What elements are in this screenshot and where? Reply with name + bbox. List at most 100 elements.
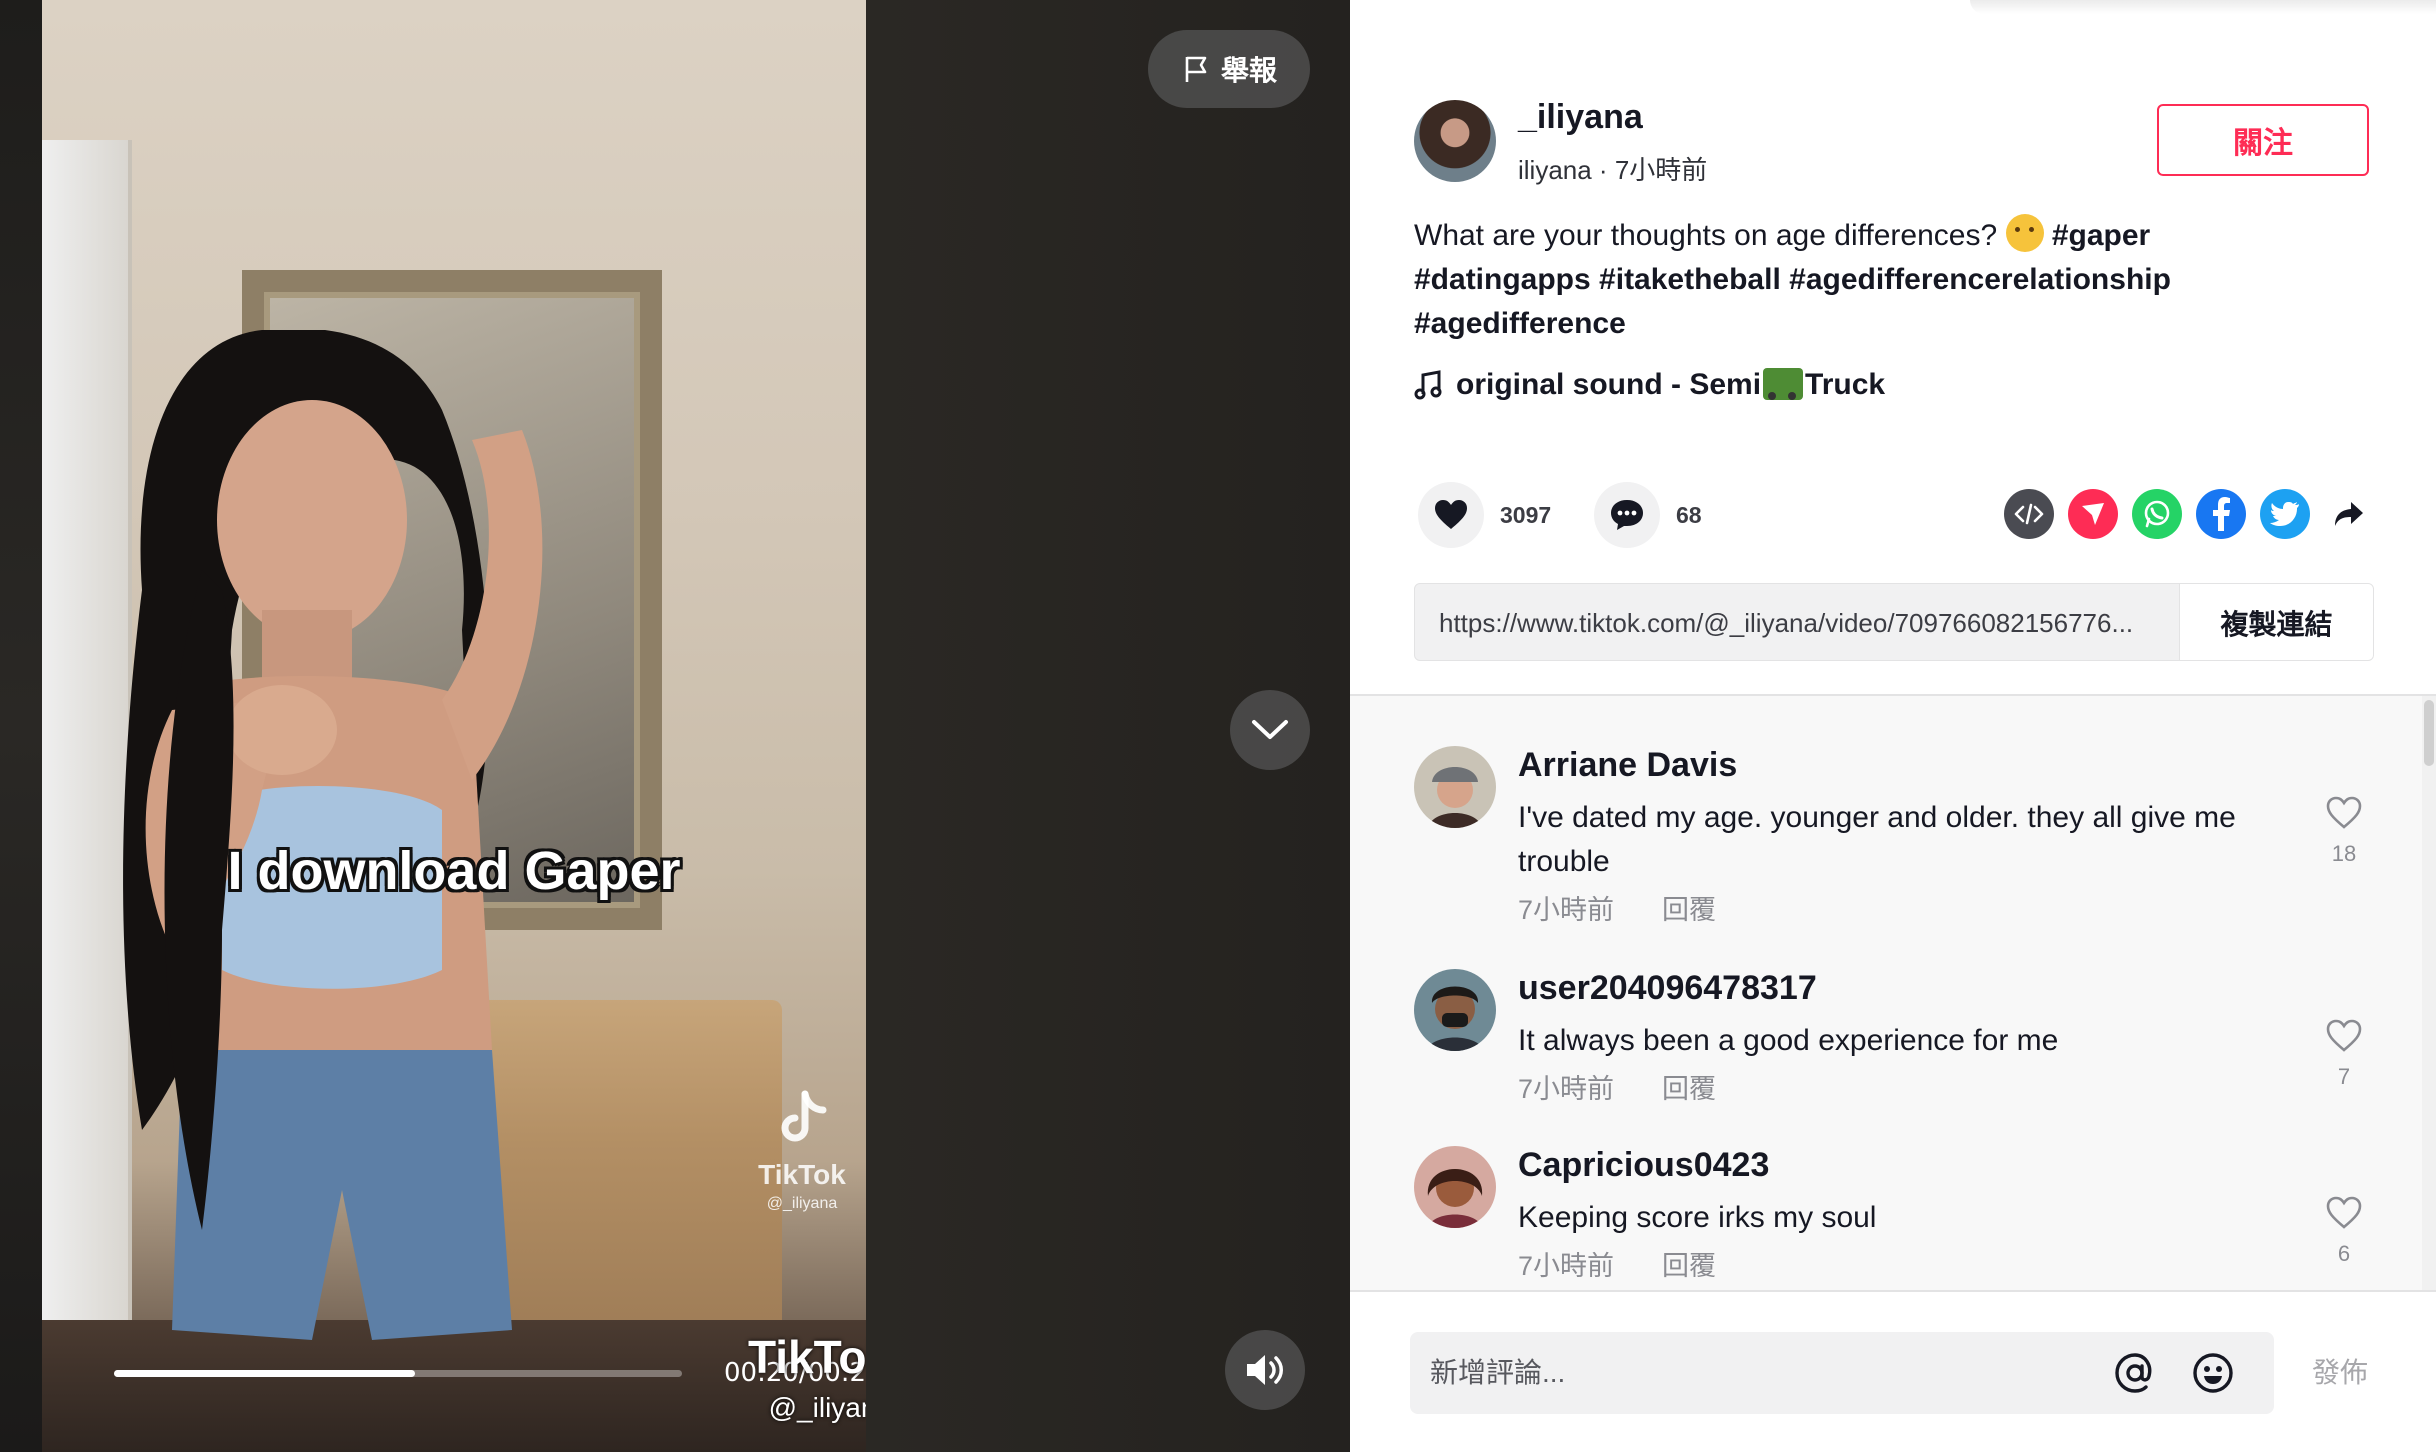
copy-link-button[interactable]: 複製連結 xyxy=(2179,584,2373,660)
reply-button[interactable]: 回覆 xyxy=(1662,1244,1716,1283)
mention-icon[interactable] xyxy=(2112,1350,2158,1396)
send-to-friends-button[interactable] xyxy=(2068,489,2118,539)
embed-icon xyxy=(2014,503,2044,525)
comment-text: Keeping score irks my soul xyxy=(1518,1201,1877,1234)
like-count: 3097 xyxy=(1500,501,1552,528)
follow-button[interactable]: 關注 xyxy=(2157,104,2369,176)
like-button[interactable] xyxy=(1418,482,1484,548)
video-info-panel: _iliyana iliyana · 7小時前 關注 What are your… xyxy=(1350,0,2436,1452)
comment-time: 7小時前 xyxy=(1518,1251,1615,1281)
comment-action[interactable]: 68 xyxy=(1594,482,1702,548)
tiktok-logo-icon xyxy=(781,1090,827,1142)
avatar-image xyxy=(1414,969,1496,1051)
commenter-username[interactable]: Arriane Davis xyxy=(1518,746,1737,785)
avatar-image xyxy=(1414,746,1496,828)
comment-like-count: 18 xyxy=(2331,841,2357,866)
hashtag[interactable]: #datingapps xyxy=(1414,263,1591,296)
comment-meta: 7小時前 回覆 xyxy=(1518,1244,1716,1283)
commenter-avatar[interactable] xyxy=(1414,746,1496,828)
author-avatar[interactable] xyxy=(1414,100,1496,182)
author-meta: iliyana · 7小時前 xyxy=(1518,155,1708,185)
video-player[interactable]: I download Gaper TikTok @_iliyana 00:20/… xyxy=(42,0,866,1452)
video-progress-fill xyxy=(114,1370,416,1377)
tiktok-watermark: TikTok @_iliyana xyxy=(742,1090,862,1213)
comment-item: user204096478317 It always been a good e… xyxy=(1414,969,2374,1109)
heart-outline-icon xyxy=(2326,796,2362,829)
reply-button[interactable]: 回覆 xyxy=(1662,1067,1716,1106)
comment-input-box xyxy=(1410,1332,2274,1414)
reply-button[interactable]: 回覆 xyxy=(1662,888,1716,927)
video-stage: I download Gaper TikTok @_iliyana 00:20/… xyxy=(0,0,1350,1452)
comment-input[interactable] xyxy=(1430,1332,2070,1414)
stage-blur-left xyxy=(0,0,42,1452)
tiktok-watermark-bottom: TikTok @_iliyana xyxy=(692,1330,866,1424)
watermark-handle: @_iliyana xyxy=(768,1392,866,1423)
comment-like-count: 6 xyxy=(2337,1241,2351,1266)
volume-icon xyxy=(1247,1355,1283,1385)
emoji-icon[interactable] xyxy=(2190,1350,2236,1396)
heart-outline-icon xyxy=(2326,1196,2362,1229)
video-link-text[interactable]: https://www.tiktok.com/@_iliyana/video/7… xyxy=(1439,584,2179,660)
report-button[interactable]: 舉報 xyxy=(1148,30,1310,108)
comment-text: It always been a good experience for me xyxy=(1518,1024,2059,1057)
embed-button[interactable] xyxy=(2004,489,2054,539)
whatsapp-share-button[interactable] xyxy=(2132,489,2182,539)
comment-meta: 7小時前 回覆 xyxy=(1518,888,1716,927)
comment-scrollbar[interactable] xyxy=(2422,696,2436,1290)
comment-composer: 發佈 xyxy=(1350,1290,2436,1452)
comment-item: Arriane Davis I've dated my age. younger… xyxy=(1414,746,2374,936)
scrollbar-thumb[interactable] xyxy=(2424,700,2434,766)
comment-like[interactable]: 6 xyxy=(2314,1196,2374,1267)
hashtag[interactable]: #agedifference xyxy=(1414,307,1626,340)
video-progress-bar[interactable] xyxy=(114,1370,682,1377)
music-note-icon xyxy=(1414,370,1442,400)
comment-text: I've dated my age. younger and older. th… xyxy=(1518,801,2236,878)
watermark-brand: TikTok xyxy=(758,1159,846,1190)
chevron-down-icon xyxy=(1252,720,1288,739)
twitter-icon xyxy=(2270,502,2299,526)
comment-like[interactable]: 18 xyxy=(2314,796,2374,867)
next-video-button[interactable] xyxy=(1230,690,1310,770)
comment-time: 7小時前 xyxy=(1518,895,1615,925)
hashtag[interactable]: #agedifferencerelationship xyxy=(1789,263,2171,296)
facebook-share-button[interactable] xyxy=(2196,489,2246,539)
watermark-brand-bottom: TikTok xyxy=(748,1331,866,1383)
hashtag[interactable]: #gaper xyxy=(2052,219,2150,252)
video-link-box: https://www.tiktok.com/@_iliyana/video/7… xyxy=(1414,583,2374,661)
author-username[interactable]: _iliyana xyxy=(1518,98,1643,137)
comment-time: 7小時前 xyxy=(1518,1074,1615,1104)
commenter-username[interactable]: Capricious0423 xyxy=(1518,1146,1769,1185)
commenter-avatar[interactable] xyxy=(1414,969,1496,1051)
avatar-image xyxy=(1414,1146,1496,1228)
video-description: What are your thoughts on age difference… xyxy=(1414,214,2274,346)
music-link[interactable]: original sound - Semi Truck xyxy=(1414,368,1885,402)
comment-like[interactable]: 7 xyxy=(2314,1019,2374,1090)
whatsapp-icon xyxy=(2144,500,2170,528)
comment-bubble-icon xyxy=(1611,500,1643,530)
comment-list: Arriane Davis I've dated my age. younger… xyxy=(1350,694,2436,1290)
volume-button[interactable] xyxy=(1225,1330,1305,1410)
comment-meta: 7小時前 回覆 xyxy=(1518,1067,1716,1106)
share-arrow-icon xyxy=(2335,502,2363,526)
comment-count: 68 xyxy=(1676,501,1702,528)
description-text: What are your thoughts on age difference… xyxy=(1414,219,1998,252)
commenter-username[interactable]: user204096478317 xyxy=(1518,969,1817,1008)
truck-emoji-icon xyxy=(1763,368,1804,400)
thinking-face-emoji-icon xyxy=(2005,214,2044,252)
comment-like-count: 7 xyxy=(2337,1064,2351,1089)
twitter-share-button[interactable] xyxy=(2260,489,2310,539)
like-action[interactable]: 3097 xyxy=(1418,482,1551,548)
comment-button[interactable] xyxy=(1594,482,1660,548)
more-share-button[interactable] xyxy=(2324,489,2374,539)
report-label: 舉報 xyxy=(1220,55,1277,86)
send-to-friends-icon xyxy=(2082,503,2104,525)
facebook-icon xyxy=(2213,497,2230,531)
post-comment-button[interactable]: 發佈 xyxy=(2312,1332,2368,1414)
commenter-avatar[interactable] xyxy=(1414,1146,1496,1228)
watermark-handle-small: @_iliyana xyxy=(766,1195,838,1212)
video-caption-overlay: I download Gaper xyxy=(227,841,681,901)
comment-item: Capricious0423 Keeping score irks my sou… xyxy=(1414,1146,2374,1286)
hashtag[interactable]: #itaketheball xyxy=(1599,263,1781,296)
music-title-suffix: Truck xyxy=(1805,368,1886,401)
music-title: original sound - Semi xyxy=(1456,368,1762,401)
